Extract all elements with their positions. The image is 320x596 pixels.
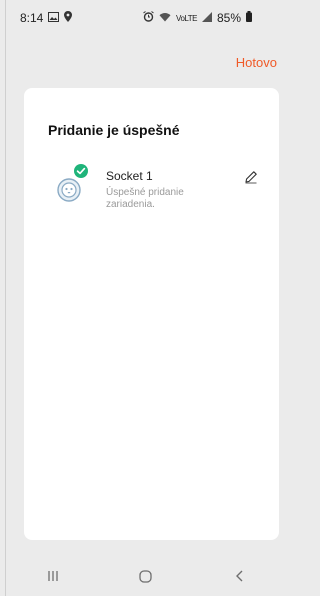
home-icon[interactable] (126, 561, 166, 591)
done-button[interactable]: Hotovo (236, 55, 277, 70)
clock: 8:14 (20, 11, 44, 25)
battery-icon (246, 11, 252, 25)
device-item[interactable]: Socket 1 Úspešné pridanie zariadenia. (48, 164, 258, 224)
status-right: VoLTE 85% (143, 11, 252, 25)
phone-screen: 8:14 VoLTE 85% Hotovo Pridanie je úspešn… (5, 0, 285, 596)
back-icon[interactable] (219, 561, 259, 591)
status-left: 8:14 (20, 11, 73, 25)
device-name: Socket 1 (106, 169, 153, 183)
navigation-bar (6, 556, 286, 596)
card-title: Pridanie je úspešné (48, 122, 180, 138)
image-icon (48, 11, 60, 25)
device-status-text: Úspešné pridanie zariadenia. (106, 187, 184, 210)
alarm-icon (143, 11, 154, 25)
location-icon (64, 11, 73, 25)
result-card: Pridanie je úspešné Socket 1 Úspešné pri… (24, 88, 279, 540)
edit-pencil-icon[interactable] (244, 170, 258, 184)
battery-percent: 85% (216, 11, 241, 25)
wifi-icon (159, 11, 171, 25)
recents-icon[interactable] (33, 561, 73, 591)
status-bar: 8:14 VoLTE 85% (6, 0, 286, 36)
signal-icon (201, 11, 212, 25)
success-check-icon (74, 164, 88, 178)
network-type: VoLTE (176, 13, 197, 23)
